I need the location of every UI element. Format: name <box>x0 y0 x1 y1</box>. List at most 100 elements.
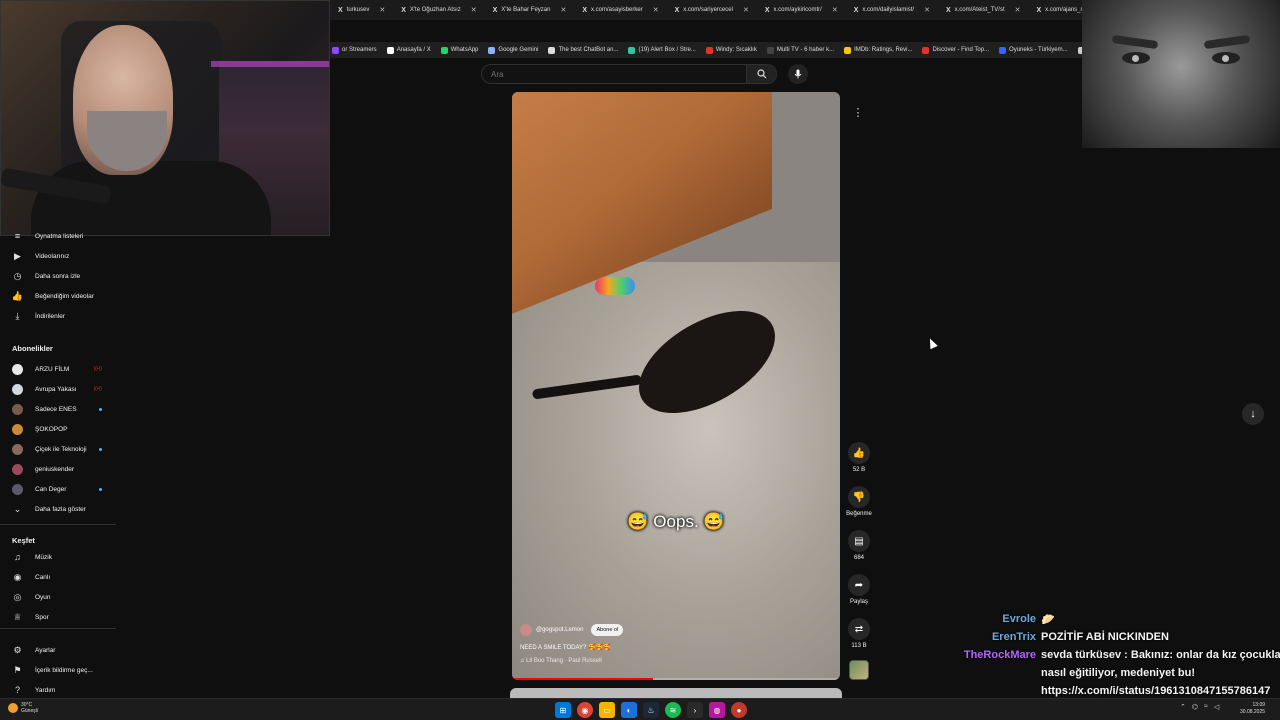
network-icon[interactable]: ⌬ <box>1192 703 1198 711</box>
browser-tab[interactable]: Xx.com/asayisberker ✕ <box>574 0 666 20</box>
tab-label: x.com/asayisberker <box>591 7 643 13</box>
close-icon[interactable]: ✕ <box>653 6 659 14</box>
chat-username[interactable]: ErenTrix <box>992 631 1036 643</box>
sidebar-item-explore[interactable]: ♕ Spor <box>0 608 116 626</box>
show-more-button[interactable]: ⌄ Daha fazla göster <box>0 500 116 518</box>
browser-tab[interactable]: Xx.com/Ateist_TV/st ✕ <box>938 0 1029 20</box>
music-label[interactable]: ♫ Lil Boo Thang · Paul Russell <box>520 658 602 664</box>
system-tray: ⌃ ⌬ ≈ ◁ <box>1180 703 1219 711</box>
bookmark-item[interactable]: Google Gemini <box>488 46 538 54</box>
close-icon[interactable]: ✕ <box>471 6 477 14</box>
browser-icon[interactable]: ◐ <box>621 702 637 718</box>
browser-tab[interactable]: Xx.com/sariyercecel ✕ <box>667 0 757 20</box>
bookmark-item[interactable]: Multi TV - 6 haber k... <box>766 46 834 54</box>
like-button[interactable]: 👍 <box>848 442 870 464</box>
video-progress-bar[interactable] <box>512 678 840 680</box>
sidebar-item-explore[interactable]: ◉ Canlı <box>0 568 116 586</box>
close-icon[interactable]: ✕ <box>743 6 749 14</box>
browser-tab[interactable]: Xturkusev ✕ <box>330 0 393 20</box>
bookmark-item[interactable]: WhatsApp <box>440 46 478 54</box>
sidebar-item-library[interactable]: 👍 Beğendiğim videolar <box>0 287 116 305</box>
close-icon[interactable]: ✕ <box>924 6 930 14</box>
share-button[interactable]: ➦ <box>848 574 870 596</box>
wifi-icon[interactable]: ≈ <box>1204 703 1208 711</box>
sidebar-item-label: Oyun <box>35 593 51 601</box>
x-logo-icon: X <box>1036 6 1042 14</box>
sidebar-item-explore[interactable]: ◎ Oyun <box>0 588 116 606</box>
sidebar-item-explore[interactable]: ♫ Müzik <box>0 548 116 566</box>
more-options-button[interactable]: ⋮ <box>849 103 867 121</box>
shorts-video-player[interactable]: 😅 Oops. 😅 @gogspot.Lemon Abone ol NEED A… <box>512 92 840 680</box>
terminal-icon[interactable]: › <box>687 702 703 718</box>
tab-label: x.com/dailyislamist/ <box>862 7 915 13</box>
windows-start-icon[interactable]: ⊞ <box>555 702 571 718</box>
volume-icon[interactable]: ◁ <box>1214 703 1219 711</box>
bookmark-item[interactable]: (19) Alert Box / Stre... <box>628 46 696 54</box>
browser-tab[interactable]: Xx.com/aykiricomtr/ ✕ <box>757 0 846 20</box>
bookmark-item[interactable]: Windy: Sıcaklık <box>705 46 757 54</box>
sound-thumbnail[interactable] <box>849 660 869 680</box>
browser-tab[interactable]: X X'te Oğuzhan Atsız ✕ <box>393 0 484 20</box>
sidebar-item-subscription[interactable]: ARZU FİLM ((•)) <box>0 360 116 378</box>
bookmark-item[interactable]: IMDb: Ratings, Revi... <box>844 46 912 54</box>
obs-icon[interactable]: ◍ <box>709 702 725 718</box>
sidebar-item-subscription[interactable]: ŞOKOPOP <box>0 420 116 438</box>
sidebar-item-settings[interactable]: ⚑ İçerik bildirme geç... <box>0 661 116 679</box>
search-input[interactable] <box>482 65 746 83</box>
channel-avatar[interactable] <box>520 624 532 636</box>
sidebar-item-subscription[interactable]: geniuskender <box>0 460 116 478</box>
chevron-up-icon[interactable]: ⌃ <box>1180 703 1186 711</box>
share-action[interactable]: ➦ Paylaş <box>843 574 875 605</box>
next-video-button[interactable]: ↓ <box>1242 403 1264 425</box>
remix-button[interactable]: ⇄ <box>848 618 870 640</box>
close-icon[interactable]: ✕ <box>832 6 838 14</box>
close-icon[interactable]: ✕ <box>379 6 385 14</box>
sidebar-item-settings[interactable]: ? Yardım <box>0 681 116 699</box>
subscribe-button[interactable]: Abone ol <box>591 624 624 636</box>
like-action[interactable]: 👍 52 B <box>843 442 875 473</box>
next-short-preview[interactable] <box>510 688 842 698</box>
video-icon: ▶ <box>14 250 21 261</box>
channel-avatar <box>12 443 23 455</box>
bookmark-item[interactable]: Discover - Find Top... <box>922 46 989 54</box>
steam-icon[interactable]: ♨ <box>643 702 659 718</box>
sidebar-item-library[interactable]: ▶ Videolarınız <box>0 247 116 265</box>
bookmark-item[interactable]: Oyuneks - Türkiyem... <box>999 46 1068 54</box>
subscriptions-header[interactable]: Abonelikler <box>12 344 53 353</box>
spotify-icon[interactable]: ≋ <box>665 702 681 718</box>
clock[interactable]: 13:09 30.08.2025 <box>1240 702 1265 716</box>
bookmark-item[interactable]: Anasayfa / X <box>386 46 431 54</box>
remix-action[interactable]: ⇄ 113 B <box>843 618 875 649</box>
sidebar-item-library[interactable]: ◷ Daha sonra izle <box>0 267 116 285</box>
chat-username[interactable]: TheRockMare <box>964 649 1036 661</box>
browser-tab[interactable]: X X'te Bahar Feyzan ✕ <box>485 0 575 20</box>
voice-search-button[interactable] <box>788 64 808 84</box>
chat-username[interactable]: Evrole <box>1002 613 1036 625</box>
app-icon[interactable]: ● <box>731 702 747 718</box>
sidebar-item-library[interactable]: ⤓ İndirilenler <box>0 307 116 325</box>
chat-message: https://x.com/i/status/19613108471557861… <box>1041 685 1270 697</box>
dislike-button[interactable]: 👎 <box>848 486 870 508</box>
sidebar-item-settings[interactable]: ⚙ Ayarlar <box>0 641 116 659</box>
dislike-action[interactable]: 👎 Beğenme <box>843 486 875 517</box>
video-description[interactable]: NEED A SMILE TODAY? 🥰🥰🥰 <box>520 644 610 651</box>
chrome-icon[interactable]: ◉ <box>577 702 593 718</box>
sidebar-item-library[interactable]: ≡ Oynatma listeleri <box>0 227 116 245</box>
bookmark-item[interactable]: or Streamers <box>332 46 377 54</box>
close-icon[interactable]: ✕ <box>1015 6 1021 14</box>
weather-widget[interactable]: 30°C Güneşli <box>8 702 38 714</box>
bookmark-item[interactable]: The best ChatBot an... <box>548 46 618 54</box>
search-box[interactable] <box>481 64 777 84</box>
browser-tab[interactable]: Xx.com/ajans_muhb✕ <box>1029 0 1083 20</box>
comments-button[interactable]: ▤ <box>848 530 870 552</box>
sidebar-item-subscription[interactable]: Can Deger <box>0 480 116 498</box>
close-icon[interactable]: ✕ <box>560 6 566 14</box>
file-explorer-icon[interactable]: ▭ <box>599 702 615 718</box>
sidebar-item-subscription[interactable]: Sadece ENES <box>0 400 116 418</box>
channel-name[interactable]: @gogspot.Lemon <box>536 627 583 633</box>
search-button[interactable] <box>746 65 776 83</box>
sidebar-item-subscription[interactable]: Çiçek ile Teknoloji <box>0 440 116 458</box>
comment-action[interactable]: ▤ 684 <box>843 530 875 561</box>
sidebar-item-subscription[interactable]: Avrupa Yakası ((•)) <box>0 380 116 398</box>
browser-tab[interactable]: Xx.com/dailyislamist/ ✕ <box>846 0 938 20</box>
